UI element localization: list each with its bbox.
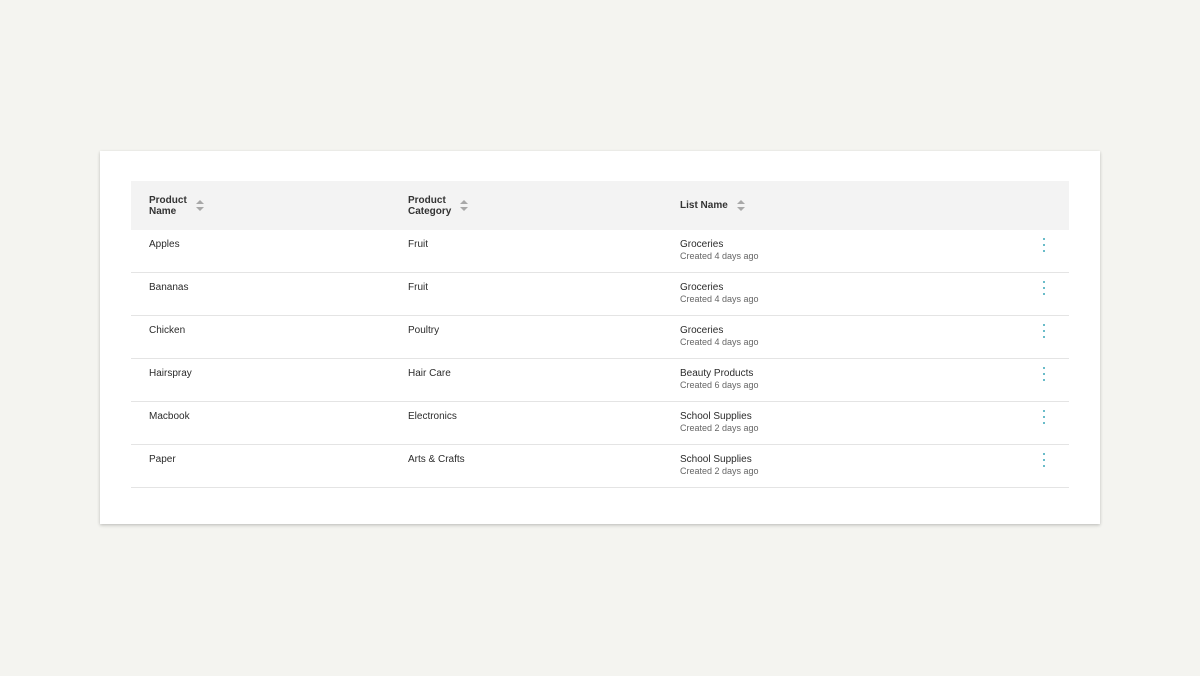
more-vertical-icon[interactable]	[1041, 367, 1047, 381]
list-name: School Supplies	[680, 411, 752, 422]
products-card: Product Name Product Category List Name	[100, 151, 1100, 524]
table-header: Product Name Product Category List Name	[131, 181, 1069, 230]
created-date: Created 4 days ago	[680, 337, 759, 347]
list-name-cell: Groceries Created 4 days ago	[680, 239, 759, 262]
header-label-line1: List Name	[680, 200, 728, 211]
more-vertical-icon[interactable]	[1041, 324, 1047, 338]
product-category: Fruit	[408, 239, 428, 250]
sort-icon[interactable]	[460, 200, 469, 211]
product-name: Chicken	[149, 325, 186, 336]
product-name: Macbook	[149, 411, 190, 422]
table-row[interactable]: Apples Fruit Groceries Created 4 days ag…	[131, 230, 1069, 273]
list-name-cell: Groceries Created 4 days ago	[680, 282, 759, 305]
table-row[interactable]: Macbook Electronics School Supplies Crea…	[131, 402, 1069, 445]
list-name-cell: School Supplies Created 2 days ago	[680, 454, 759, 477]
more-vertical-icon[interactable]	[1041, 281, 1047, 295]
header-label-line2: Category	[408, 205, 452, 217]
created-date: Created 2 days ago	[680, 466, 759, 476]
sort-icon[interactable]	[736, 200, 745, 211]
header-list-name[interactable]: List Name	[680, 181, 745, 230]
header-product-name[interactable]: Product Name	[149, 181, 204, 230]
product-category: Arts & Crafts	[408, 454, 465, 465]
created-date: Created 2 days ago	[680, 423, 759, 433]
list-name: Groceries	[680, 282, 724, 293]
list-name: Groceries	[680, 239, 724, 250]
more-vertical-icon[interactable]	[1041, 238, 1047, 252]
product-category: Electronics	[408, 411, 457, 422]
header-label-line1: Product	[149, 194, 187, 206]
product-category: Hair Care	[408, 368, 451, 379]
header-label-line1: Product	[408, 194, 446, 206]
created-date: Created 6 days ago	[680, 380, 759, 390]
list-name: Beauty Products	[680, 368, 754, 379]
created-date: Created 4 days ago	[680, 294, 759, 304]
more-vertical-icon[interactable]	[1041, 410, 1047, 424]
created-date: Created 4 days ago	[680, 251, 759, 261]
list-name-cell: Beauty Products Created 6 days ago	[680, 368, 759, 391]
list-name: Groceries	[680, 325, 724, 336]
more-vertical-icon[interactable]	[1041, 453, 1047, 467]
header-label-line2: Name	[149, 205, 177, 217]
sort-icon[interactable]	[195, 200, 204, 211]
product-name: Bananas	[149, 282, 189, 293]
header-product-category[interactable]: Product Category	[408, 181, 469, 230]
list-name-cell: School Supplies Created 2 days ago	[680, 411, 759, 434]
table-row[interactable]: Chicken Poultry Groceries Created 4 days…	[131, 316, 1069, 359]
table-row[interactable]: Paper Arts & Crafts School Supplies Crea…	[131, 445, 1069, 488]
product-name: Paper	[149, 454, 176, 465]
list-name: School Supplies	[680, 454, 752, 465]
product-name: Hairspray	[149, 368, 192, 379]
product-category: Fruit	[408, 282, 428, 293]
table-row[interactable]: Hairspray Hair Care Beauty Products Crea…	[131, 359, 1069, 402]
list-name-cell: Groceries Created 4 days ago	[680, 325, 759, 348]
products-table: Product Name Product Category List Name	[131, 181, 1069, 488]
product-category: Poultry	[408, 325, 440, 336]
table-row[interactable]: Bananas Fruit Groceries Created 4 days a…	[131, 273, 1069, 316]
product-name: Apples	[149, 239, 180, 250]
